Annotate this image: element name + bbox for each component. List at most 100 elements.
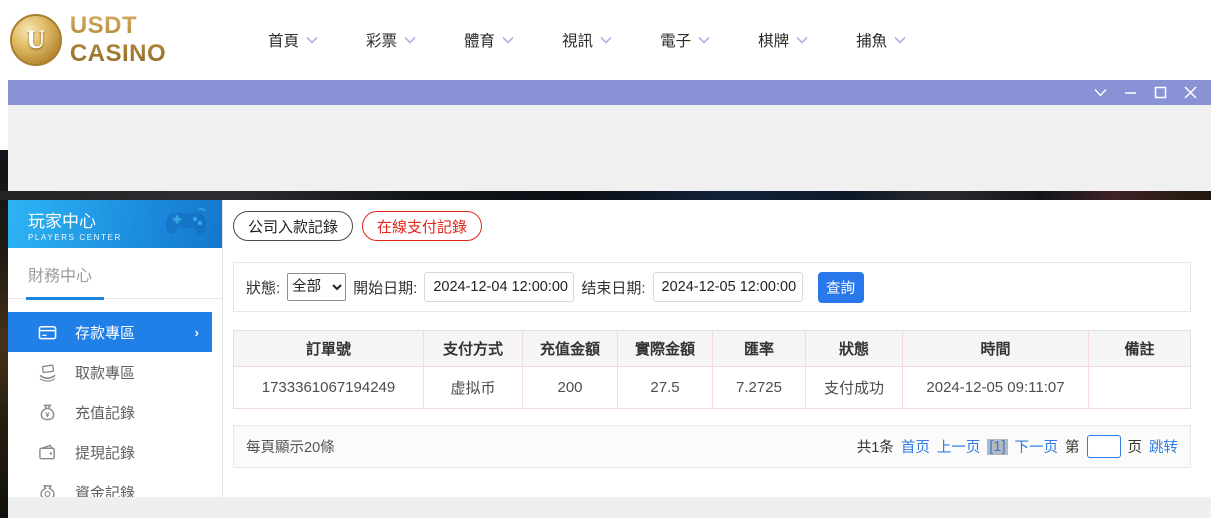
cell-remark xyxy=(1089,367,1191,409)
filter-bar: 狀態: 全部 開始日期: 结束日期: 查詢 xyxy=(233,262,1191,312)
col-status: 狀態 xyxy=(806,331,903,367)
col-exchange-rate: 匯率 xyxy=(713,331,806,367)
sidebar-item-recharge-record[interactable]: 充值記錄 xyxy=(8,392,222,432)
logo-coin-icon: U xyxy=(10,14,62,66)
page-background-edge xyxy=(0,150,8,518)
page-footer-strip xyxy=(8,497,1211,518)
minimize-icon[interactable] xyxy=(1124,86,1137,99)
sidebar-item-label: 充值記錄 xyxy=(75,402,135,423)
logo[interactable]: U USDT CASINO xyxy=(10,12,240,68)
record-tabs: 公司入款記錄 在線支付記錄 xyxy=(233,211,1211,241)
nav-label: 彩票 xyxy=(366,29,397,51)
start-date-label: 開始日期: xyxy=(353,277,417,298)
logo-text: USDT CASINO xyxy=(70,12,240,68)
nav-label: 捕魚 xyxy=(856,29,887,51)
sidebar-item-funds-record[interactable]: 資金記錄 xyxy=(8,472,222,497)
chevron-down-icon xyxy=(306,36,318,44)
cell-time: 2024-12-05 09:11:07 xyxy=(903,367,1089,409)
window-titlebar xyxy=(8,80,1211,105)
chevron-down-icon xyxy=(404,36,416,44)
nav-item-slots[interactable]: 電子 xyxy=(660,29,710,51)
funds-bag-icon xyxy=(38,483,57,498)
tab-company-deposit-record[interactable]: 公司入款記錄 xyxy=(233,211,353,241)
current-page: [1] xyxy=(987,439,1007,455)
total-count: 共1条 xyxy=(857,436,894,457)
tab-label: 在線支付記錄 xyxy=(377,216,467,237)
table-row: 1733361067194249 虚拟币 200 27.5 7.2725 支付成… xyxy=(234,367,1191,409)
submenu-arrow-icon: › xyxy=(195,325,199,340)
col-payment-method: 支付方式 xyxy=(424,331,523,367)
end-date-label: 结束日期: xyxy=(581,277,645,298)
pager: 共1条 首页 上一页 [1] 下一页 第 页 跳转 xyxy=(857,435,1178,458)
jump-button[interactable]: 跳转 xyxy=(1149,436,1178,457)
sidebar-item-deposit[interactable]: 存款專區 › xyxy=(8,312,212,352)
table-header-row: 訂單號 支付方式 充值金額 實際金額 匯率 狀態 時間 備註 xyxy=(234,331,1191,367)
search-button[interactable]: 查詢 xyxy=(818,272,864,303)
logo-initial: U xyxy=(27,25,46,55)
sidebar-item-withdrawal-record[interactable]: 提現記錄 xyxy=(8,432,222,472)
nav-item-sports[interactable]: 體育 xyxy=(464,29,514,51)
gamepad-icon xyxy=(164,207,208,239)
sidebar: 玩家中心 PLAYERS CENTER 財務中心 存款專區 › 取款專區 xyxy=(8,200,222,497)
jump-suffix: 页 xyxy=(1128,436,1143,457)
nav-item-cards[interactable]: 棋牌 xyxy=(758,29,808,51)
next-page-link[interactable]: 下一页 xyxy=(1015,436,1059,457)
window-collapse-icon[interactable] xyxy=(1094,86,1107,99)
cell-payment-method: 虚拟币 xyxy=(424,367,523,409)
sidebar-item-label: 取款專區 xyxy=(75,362,135,383)
money-bag-icon xyxy=(38,403,57,422)
chevron-down-icon xyxy=(796,36,808,44)
sidebar-item-label: 資金記錄 xyxy=(75,482,135,498)
chevron-down-icon xyxy=(600,36,612,44)
end-date-input[interactable] xyxy=(653,272,803,302)
sidebar-menu: 存款專區 › 取款專區 充值記錄 提現記錄 資金記錄 xyxy=(8,312,222,497)
nav-label: 視訊 xyxy=(562,29,593,51)
status-label: 狀態: xyxy=(246,277,280,298)
col-actual-amount: 實際金額 xyxy=(618,331,713,367)
col-recharge-amount: 充值金額 xyxy=(523,331,618,367)
col-time: 時間 xyxy=(903,331,1089,367)
col-remark: 備註 xyxy=(1089,331,1191,367)
chevron-down-icon xyxy=(698,36,710,44)
tab-label: 公司入款記錄 xyxy=(248,216,338,237)
top-navigation-bar: U USDT CASINO 首頁 彩票 體育 視訊 電子 棋牌 捕魚 xyxy=(0,0,1211,80)
first-page-link[interactable]: 首页 xyxy=(901,436,930,457)
finance-section-header: 財務中心 xyxy=(8,248,222,286)
cell-recharge-amount: 200 xyxy=(523,367,618,409)
sidebar-item-label: 存款專區 xyxy=(75,322,135,343)
background-image-strip xyxy=(0,191,1211,200)
start-date-input[interactable] xyxy=(424,272,574,302)
col-order-number: 訂單號 xyxy=(234,331,424,367)
window-empty-area xyxy=(8,105,1211,191)
nav-item-lottery[interactable]: 彩票 xyxy=(366,29,416,51)
nav-label: 體育 xyxy=(464,29,495,51)
main-nav: 首頁 彩票 體育 視訊 電子 棋牌 捕魚 xyxy=(268,29,906,51)
cell-status: 支付成功 xyxy=(806,367,903,409)
cell-actual-amount: 27.5 xyxy=(618,367,713,409)
nav-item-fishing[interactable]: 捕魚 xyxy=(856,29,906,51)
pagination-bar: 每頁顯示20條 共1条 首页 上一页 [1] 下一页 第 页 跳转 xyxy=(233,425,1191,468)
sidebar-item-withdraw[interactable]: 取款專區 xyxy=(8,352,222,392)
prev-page-link[interactable]: 上一页 xyxy=(937,436,981,457)
cell-order-number: 1733361067194249 xyxy=(234,367,424,409)
section-divider xyxy=(8,297,222,300)
player-center-panel: 玩家中心 PLAYERS CENTER 財務中心 存款專區 › 取款專區 xyxy=(8,200,1211,497)
maximize-icon[interactable] xyxy=(1154,86,1167,99)
page-jump-input[interactable] xyxy=(1087,435,1121,458)
payment-records-table: 訂單號 支付方式 充值金額 實際金額 匯率 狀態 時間 備註 173336106… xyxy=(233,330,1191,409)
main-panel: 公司入款記錄 在線支付記錄 狀態: 全部 開始日期: 结束日期: 查詢 xyxy=(222,200,1211,497)
chevron-down-icon xyxy=(894,36,906,44)
finance-section-title: 財務中心 xyxy=(28,262,222,286)
bank-card-icon xyxy=(38,323,57,342)
tab-online-payment-record[interactable]: 在線支付記錄 xyxy=(362,211,482,241)
close-icon[interactable] xyxy=(1184,86,1197,99)
wallet-icon xyxy=(38,443,57,462)
jump-prefix: 第 xyxy=(1065,436,1080,457)
nav-item-home[interactable]: 首頁 xyxy=(268,29,318,51)
nav-item-live[interactable]: 視訊 xyxy=(562,29,612,51)
sidebar-item-label: 提現記錄 xyxy=(75,442,135,463)
nav-label: 電子 xyxy=(660,29,691,51)
per-page-text: 每頁顯示20條 xyxy=(246,436,335,457)
nav-label: 棋牌 xyxy=(758,29,789,51)
status-select[interactable]: 全部 xyxy=(287,273,346,301)
